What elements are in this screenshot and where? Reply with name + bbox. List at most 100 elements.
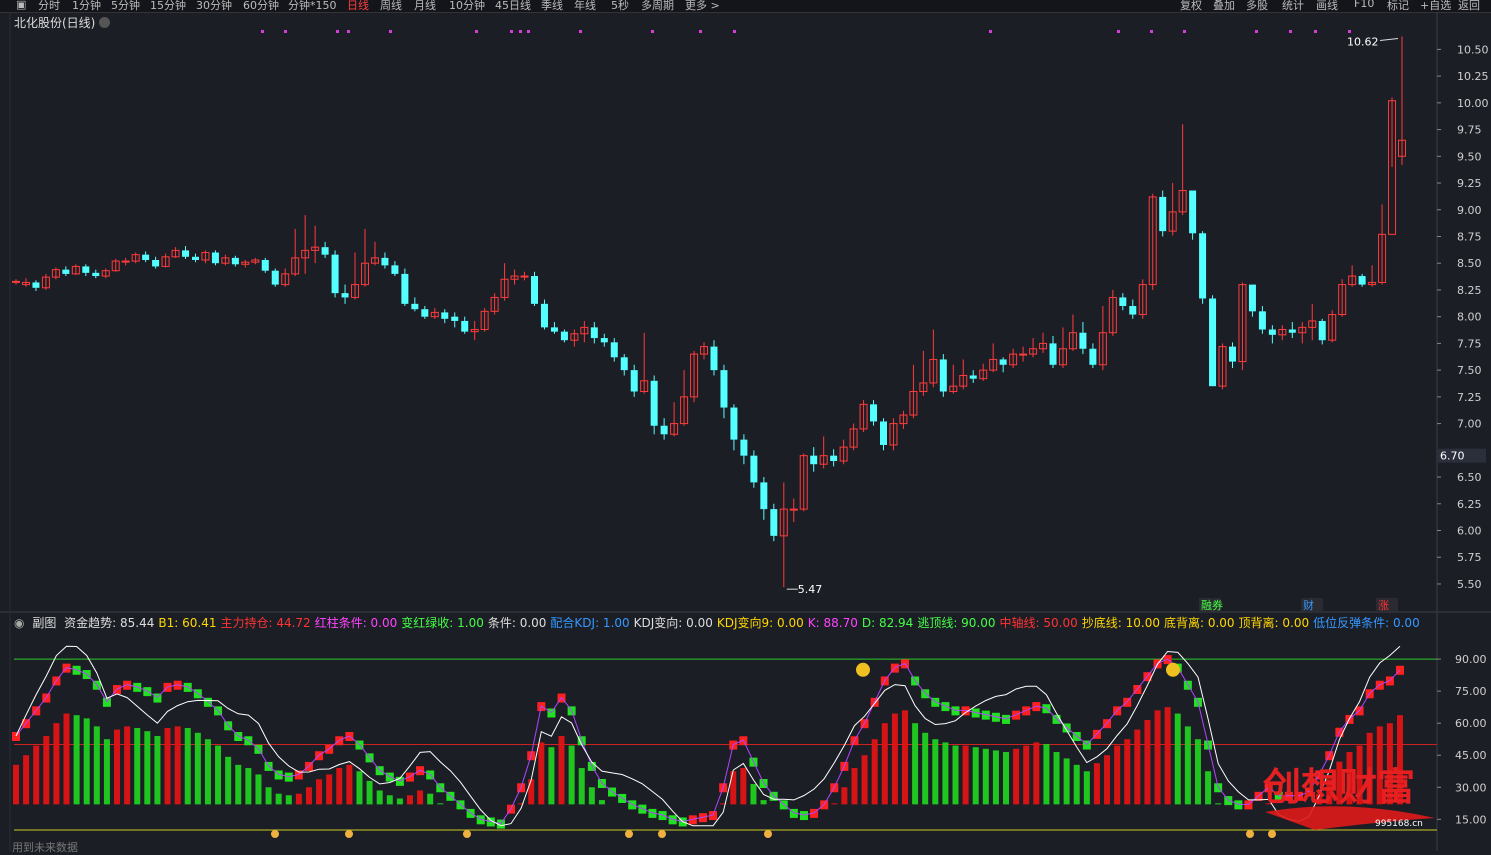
price-tick-label: 9.00 xyxy=(1457,204,1482,217)
legend-item: B1: 60.41 xyxy=(158,616,217,630)
signal-marker xyxy=(699,30,702,33)
candle-body-down xyxy=(750,455,758,483)
position-bar xyxy=(598,800,605,805)
signal-marker xyxy=(336,30,339,33)
legend-item: 逃顶线: 90.00 xyxy=(917,616,996,630)
watermark-text: 创想财富 xyxy=(1263,764,1415,809)
k-line xyxy=(15,658,1401,825)
legend-item: KDJ变向9: 0.00 xyxy=(716,616,804,630)
candle-body-down xyxy=(1189,190,1197,234)
sub-axis-label: 45.00 xyxy=(1455,749,1487,762)
position-bar xyxy=(1164,707,1171,805)
candle-body-down xyxy=(152,260,160,267)
collapse-icon[interactable]: ◉ xyxy=(14,616,24,630)
position-bar xyxy=(962,745,969,805)
candle-body-down xyxy=(730,407,738,440)
position-bar xyxy=(437,803,444,805)
chart-canvas: 10.50 10.25 10.00 9.75 9.50 9.25 9.00 8.75 8.50 8… xyxy=(0,12,1491,851)
signal-marker xyxy=(1314,30,1317,33)
candle-body-down xyxy=(381,257,389,266)
candle-body-down xyxy=(321,247,329,255)
candle-body-down xyxy=(341,293,349,298)
position-bar xyxy=(1174,713,1181,805)
position-bar xyxy=(568,745,575,805)
legend-item: 抄底线: 10.00 xyxy=(1081,616,1160,630)
position-bar xyxy=(1033,742,1040,805)
candle-body-down xyxy=(231,257,239,265)
legend-item: 红柱条件: 0.00 xyxy=(314,616,398,630)
candle-body-down xyxy=(441,312,449,319)
position-bar xyxy=(750,784,757,805)
candle-body-down xyxy=(710,346,718,371)
position-bar xyxy=(912,723,919,805)
position-bar xyxy=(33,745,40,805)
buy-hand-icon xyxy=(764,830,772,838)
position-bar xyxy=(114,729,121,805)
position-bar xyxy=(982,748,989,805)
position-bar xyxy=(316,779,323,805)
position-bar xyxy=(841,787,848,805)
candle-body-down xyxy=(461,320,469,332)
candle-body-down xyxy=(1079,332,1087,349)
buy-hand-icon xyxy=(271,830,279,838)
position-bar xyxy=(901,710,908,805)
position-bar xyxy=(204,739,211,805)
position-bar xyxy=(366,780,373,805)
price-tick-label: 6.25 xyxy=(1457,498,1482,511)
candle-body-up xyxy=(789,508,798,511)
legend-item: 变红绿收: 1.00 xyxy=(401,616,484,630)
candle-body-down xyxy=(1089,348,1097,365)
position-bar xyxy=(53,723,60,805)
sub-axis-label: 90.00 xyxy=(1455,653,1487,666)
candle-body-down xyxy=(62,269,70,274)
legend-item: 低位反弹条件: 0.00 xyxy=(1313,616,1420,630)
candle-body-down xyxy=(1228,346,1236,362)
position-bar xyxy=(326,774,333,805)
sub-axis-label: 30.00 xyxy=(1455,781,1487,794)
candle-body-down xyxy=(760,482,768,510)
buy-hand-icon xyxy=(1268,830,1276,838)
candle-body-down xyxy=(610,342,618,358)
candle-body-down xyxy=(1119,297,1127,306)
candle-body-down xyxy=(531,276,539,304)
price-tick-label: 9.25 xyxy=(1457,177,1482,190)
candle-body-down xyxy=(1159,196,1167,232)
position-bar xyxy=(1104,755,1111,805)
signal-marker xyxy=(733,30,736,33)
position-bar xyxy=(972,747,979,805)
candle-body-down xyxy=(182,250,190,257)
position-bar xyxy=(305,787,312,805)
candle-body-down xyxy=(620,357,628,371)
position-bar xyxy=(103,739,110,805)
candle-body-down xyxy=(540,303,548,328)
position-bar xyxy=(417,790,424,805)
bottom-note: 用到未来数据 xyxy=(12,841,78,854)
price-tick-label: 5.50 xyxy=(1457,578,1482,591)
position-bar xyxy=(558,736,565,805)
legend-item: 配合KDJ: 1.00 xyxy=(550,616,630,630)
price-tick-label: 7.75 xyxy=(1457,337,1482,350)
current-price-label: 6.70 xyxy=(1440,450,1465,463)
sub-chart-legend: ◉ 副图 资金趋势: 85.44 B1: 60.41 主力持仓: 44.72 红柱条件… xyxy=(14,614,1428,631)
candle-body-down xyxy=(650,380,658,426)
price-tick-label: 6.50 xyxy=(1457,471,1482,484)
position-bar xyxy=(851,768,858,805)
candle-body-down xyxy=(421,309,429,317)
position-bar xyxy=(831,803,838,805)
position-bar xyxy=(194,732,201,805)
buy-hand-icon xyxy=(345,830,353,838)
signal-marker xyxy=(1348,30,1351,33)
candle-body-down xyxy=(830,455,838,462)
position-bar xyxy=(386,795,393,805)
price-tick-label: 7.00 xyxy=(1457,418,1482,431)
signal-marker xyxy=(1150,30,1153,33)
legend-item: 顶背离: 0.00 xyxy=(1238,616,1310,630)
price-tick-label: 8.00 xyxy=(1457,311,1482,324)
candle-body-down xyxy=(1199,233,1207,299)
candle-body-down xyxy=(1248,284,1256,312)
price-tick-label: 5.75 xyxy=(1457,551,1482,564)
position-bar xyxy=(1043,744,1050,805)
badge-label: 财 xyxy=(1303,598,1314,612)
high-price-label: 10.62 xyxy=(1347,36,1379,49)
position-bar xyxy=(1114,745,1121,805)
